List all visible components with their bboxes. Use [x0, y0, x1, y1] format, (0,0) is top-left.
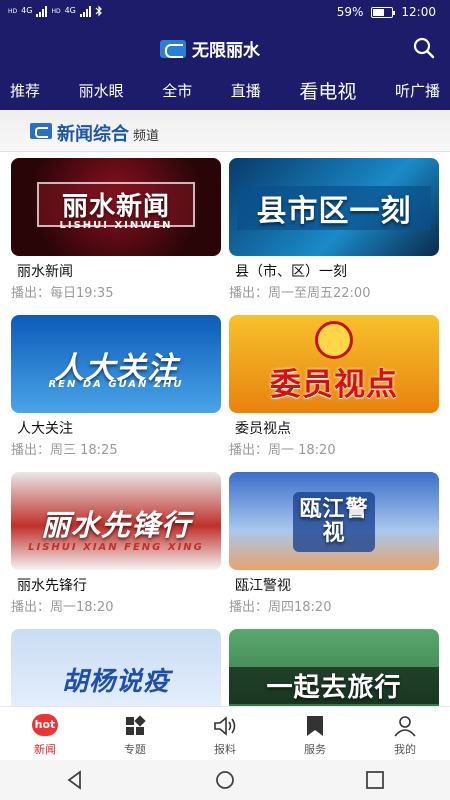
thumbnail-title: 一起去旅行	[229, 667, 439, 704]
program-card[interactable]: 瓯江警视 瓯江警视 播出：周四18:20	[229, 472, 439, 617]
logo-icon	[160, 39, 186, 58]
program-card[interactable]: 丽水新闻 LISHUI XINWEN 丽水新闻 播出：每日19:35	[11, 158, 221, 303]
nav-label: 专题	[124, 743, 146, 756]
search-icon[interactable]	[412, 36, 436, 60]
bottom-navigation: hot 新闻 专题 报料 服务 我的	[0, 706, 450, 760]
tab-watch-tv[interactable]: 看电视	[299, 77, 356, 104]
nav-topics[interactable]: 专题	[90, 707, 180, 760]
program-name[interactable]: 丽水先锋行	[17, 575, 87, 595]
app-header: 无限丽水	[0, 26, 450, 70]
signal-indicators: HD 4G HD 4G	[8, 5, 103, 17]
program-airtime: 播出：周一至周五22:00	[229, 286, 371, 301]
program-name[interactable]: 委员视点	[235, 418, 291, 438]
thumbnail-title: 县市区一刻	[237, 186, 431, 230]
category-tabs: 推荐 丽水眼 全市 直播 看电视 听广播	[0, 70, 450, 110]
emblem-icon	[315, 321, 353, 359]
channel-suffix: 频道	[133, 129, 160, 144]
recents-icon[interactable]	[364, 769, 386, 791]
nav-label: 新闻	[34, 743, 56, 756]
program-thumbnail[interactable]: 委员视点	[229, 315, 439, 413]
home-icon[interactable]	[214, 769, 236, 791]
program-airtime: 播出：周一 18:20	[229, 443, 336, 458]
bookmark-icon	[307, 716, 323, 736]
thumbnail-title: 丽水先锋行	[40, 508, 191, 542]
signal-label-2: HD	[51, 7, 61, 15]
program-name[interactable]: 人大关注	[17, 418, 73, 438]
app-name: 无限丽水	[192, 41, 260, 61]
signal-bars-icon-2	[79, 5, 91, 17]
network-type: 4G	[21, 6, 33, 15]
network-type-2: 4G	[64, 6, 76, 15]
grid-icon	[126, 715, 146, 735]
program-name[interactable]: 瓯江警视	[235, 575, 291, 595]
hot-news-icon: hot	[32, 714, 58, 736]
tab-live[interactable]: 直播	[231, 80, 261, 101]
nav-mine[interactable]: 我的	[360, 707, 450, 760]
nav-label: 服务	[304, 743, 326, 756]
program-card[interactable]: 人大关注 REN DA GUAN ZHU 人大关注 播出：周三 18:25	[11, 315, 221, 460]
program-thumbnail[interactable]: 县市区一刻	[229, 158, 439, 256]
battery-icon	[371, 6, 396, 18]
nav-label: 报料	[214, 743, 236, 756]
tab-radio[interactable]: 听广播	[395, 80, 440, 101]
lstv-logo-icon	[30, 123, 52, 139]
speaker-icon	[214, 716, 236, 736]
thumbnail-title: 委员视点	[270, 367, 398, 403]
status-bar: HD 4G HD 4G 59% 12:00	[0, 0, 450, 26]
program-name[interactable]: 丽水新闻	[17, 261, 73, 281]
program-card[interactable]: 委员视点 委员视点 播出：周一 18:20	[229, 315, 439, 460]
program-airtime: 播出：周四18:20	[229, 600, 332, 615]
thumbnail-title: 瓯江警视	[293, 492, 375, 552]
system-navigation-bar	[0, 760, 450, 800]
tab-lishui-eye[interactable]: 丽水眼	[79, 80, 124, 101]
nav-report[interactable]: 报料	[180, 707, 270, 760]
battery-percent: 59%	[336, 5, 364, 19]
program-airtime: 播出：周一18:20	[11, 600, 114, 615]
program-airtime: 播出：每日19:35	[11, 286, 114, 301]
program-airtime: 播出：周三 18:25	[11, 443, 118, 458]
thumbnail-subtitle: LISHUI XIAN FENG XING	[28, 542, 204, 553]
program-thumbnail[interactable]: 丽水新闻 LISHUI XINWEN	[11, 158, 221, 256]
program-thumbnail[interactable]: 丽水先锋行 LISHUI XIAN FENG XING	[11, 472, 221, 570]
thumbnail-title: 胡杨说疫	[61, 667, 170, 697]
program-card[interactable]: 丽水先锋行 LISHUI XIAN FENG XING 丽水先锋行 播出：周一1…	[11, 472, 221, 617]
program-card[interactable]: 县市区一刻 县（市、区）一刻 播出：周一至周五22:00	[229, 158, 439, 303]
nav-label: 我的	[394, 743, 416, 756]
clock: 12:00	[401, 5, 436, 19]
tab-whole-city[interactable]: 全市	[162, 80, 192, 101]
bluetooth-icon	[95, 5, 102, 17]
signal-label-1: HD	[8, 7, 18, 15]
thumbnail-subtitle: LISHUI XINWEN	[59, 220, 173, 231]
signal-bars-icon	[36, 5, 48, 17]
channel-banner: 新闻综合 频道	[0, 110, 450, 152]
program-thumbnail[interactable]: 瓯江警视	[229, 472, 439, 570]
back-icon[interactable]	[64, 769, 86, 791]
program-name[interactable]: 县（市、区）一刻	[235, 261, 347, 281]
nav-news[interactable]: hot 新闻	[0, 707, 90, 760]
thumbnail-subtitle: REN DA GUAN ZHU	[48, 379, 184, 390]
program-thumbnail[interactable]: 人大关注 REN DA GUAN ZHU	[11, 315, 221, 413]
tab-recommend[interactable]: 推荐	[10, 80, 40, 101]
channel-title: 新闻综合	[57, 124, 129, 145]
nav-services[interactable]: 服务	[270, 707, 360, 760]
app-logo: 无限丽水	[160, 36, 260, 61]
user-icon	[394, 716, 416, 737]
